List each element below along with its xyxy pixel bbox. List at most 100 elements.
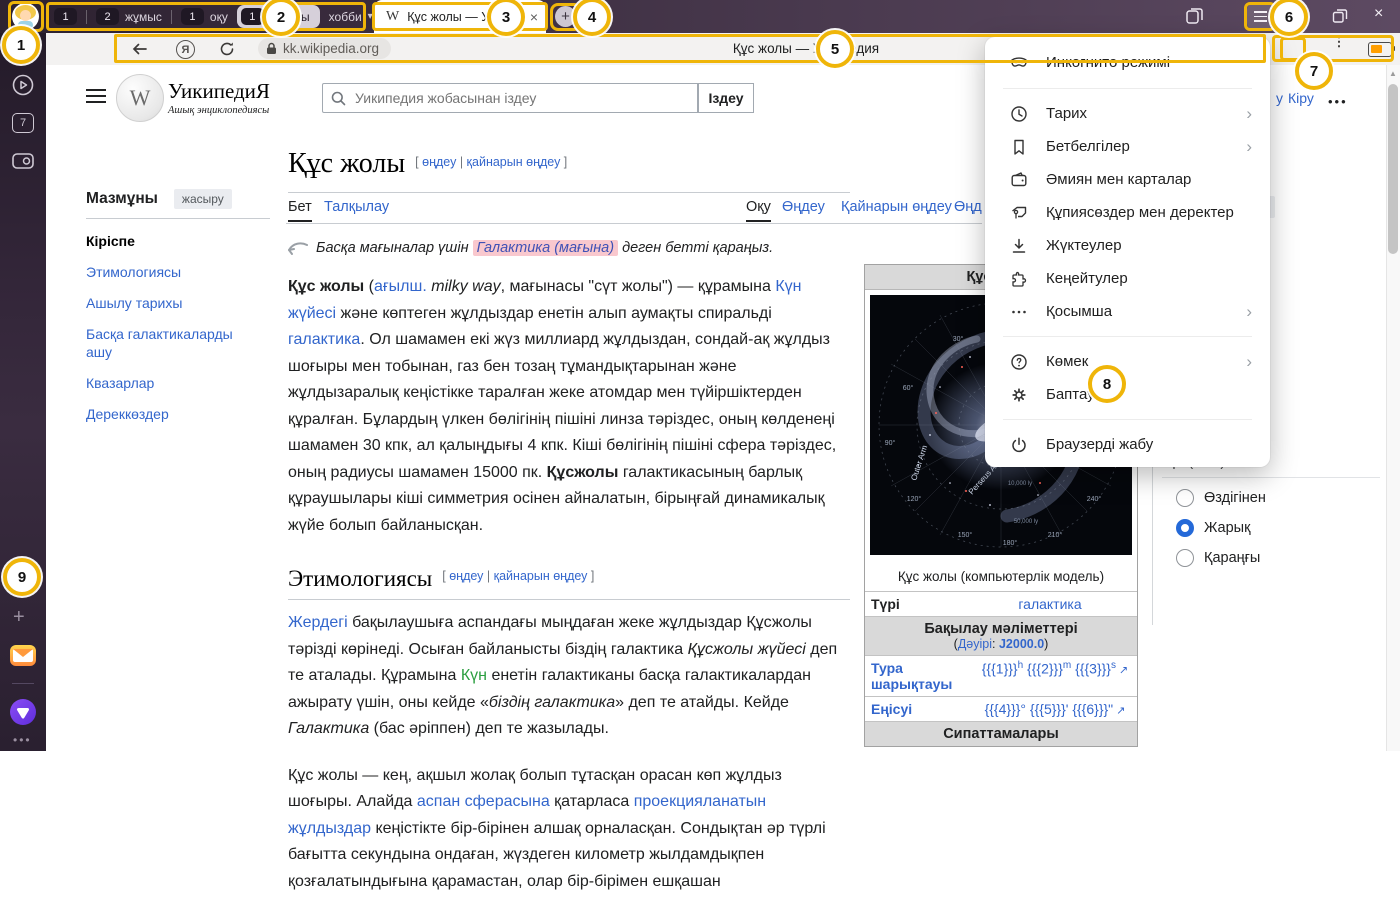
yandex-icon[interactable]: Я xyxy=(176,40,195,59)
wikipedia-logo[interactable]: W xyxy=(116,74,164,122)
annotation-7: 7 xyxy=(1295,52,1333,90)
tab-group-study[interactable]: 1 оқу xyxy=(181,8,228,25)
back-icon[interactable] xyxy=(131,41,148,57)
refresh-icon[interactable] xyxy=(219,41,235,57)
menu-item-quit[interactable]: Браузерді жабу xyxy=(985,428,1270,461)
svg-text:240°: 240° xyxy=(1087,495,1102,503)
svg-text:180°: 180° xyxy=(1003,539,1018,547)
help-icon xyxy=(1009,352,1029,372)
annotation-1: 1 xyxy=(2,26,40,64)
menu-item-incognito[interactable]: Инкогнито режимі xyxy=(985,45,1270,80)
toc-item[interactable]: Ашылу тарихы xyxy=(86,294,282,312)
radio-auto[interactable]: Өздігінен xyxy=(1176,489,1266,507)
wiki-more-icon[interactable]: ••• xyxy=(1328,94,1348,109)
wiki-hamburger-icon[interactable] xyxy=(86,89,106,103)
article-title: Құс жолы xyxy=(288,148,405,179)
search-button[interactable]: Іздеу xyxy=(698,83,754,113)
hatnote: Басқа мағыналар үшін Галактика (мағына) … xyxy=(288,237,850,259)
toc-item[interactable]: Кіріспе xyxy=(86,232,282,250)
window-restore-icon[interactable] xyxy=(1332,8,1348,24)
incognito-mask-icon xyxy=(1009,53,1029,73)
radio-icon[interactable] xyxy=(1176,549,1194,567)
toc-item[interactable]: Квазарлар xyxy=(86,374,282,392)
wiki-wordmark[interactable]: УикипедиЯ xyxy=(168,79,270,104)
svg-text:60°: 60° xyxy=(903,384,914,392)
wiki-tagline: Ашық энциклопедиясы xyxy=(168,105,269,116)
chevron-down-icon: ▾ xyxy=(368,11,373,22)
video-play-icon[interactable] xyxy=(11,73,35,97)
scrollbar-up-icon[interactable]: ▲ xyxy=(1389,69,1397,78)
tab-read[interactable]: Оқу xyxy=(746,199,771,222)
menu-item-extensions[interactable]: Кеңейтулер xyxy=(985,262,1270,295)
menu-item-settings[interactable]: Баптаулар xyxy=(985,378,1270,411)
title-edit-links[interactable]: [ өңдеу | қайнарын өңдеу ] xyxy=(415,155,567,169)
annotation-8: 8 xyxy=(1088,365,1126,403)
menu-item-more[interactable]: Қосымша › xyxy=(985,295,1270,328)
url-field[interactable]: kk.wikipedia.org xyxy=(258,38,391,59)
alice-assistant-icon[interactable] xyxy=(10,699,36,725)
sidebar-add-icon[interactable]: + xyxy=(13,606,25,629)
radio-light[interactable]: Жарық xyxy=(1176,519,1250,537)
chevron-right-icon: › xyxy=(1246,302,1252,322)
infobox-caption: Құс жолы (компьютерлік модель) xyxy=(865,563,1137,591)
wallet-icon xyxy=(1009,170,1029,190)
toc-title: Мазмұны xyxy=(86,190,158,208)
toc-hide-button[interactable]: жасыру xyxy=(174,189,232,209)
toc-item[interactable]: Дереккөздер xyxy=(86,405,282,423)
annotation-5: 5 xyxy=(816,30,854,68)
menu-item-history[interactable]: Тарих › xyxy=(985,97,1270,130)
menu-item-wallet[interactable]: Әмиян мен карталар xyxy=(985,163,1270,196)
radio-dark[interactable]: Қараңғы xyxy=(1176,549,1260,567)
tab-truncated[interactable]: Өңд xyxy=(954,199,982,215)
login-link[interactable]: Кіру xyxy=(1288,90,1314,106)
radio-selected-icon[interactable] xyxy=(1176,519,1194,537)
scrollbar-thumb[interactable] xyxy=(1388,84,1398,254)
section-edit-links[interactable]: [ өңдеу | қайнарын өңдеу ] xyxy=(442,569,594,583)
browser-main-menu: Инкогнито режимі Тарих › Бетбелгілер › Ә… xyxy=(985,37,1270,467)
tab-page[interactable]: Бет xyxy=(288,199,312,222)
svg-text:90°: 90° xyxy=(885,439,896,447)
sidebar-more-icon[interactable]: ••• xyxy=(13,733,32,747)
toc-item[interactable]: Этимологиясы xyxy=(86,263,282,281)
infobox-row-type: Түрі галактика xyxy=(865,591,1137,616)
window-close-icon[interactable]: × xyxy=(1374,5,1383,23)
wiki-search-box[interactable] xyxy=(322,83,698,113)
menu-item-passwords[interactable]: Құпиясөздер мен деректер xyxy=(985,196,1270,229)
menu-item-help[interactable]: Көмек › xyxy=(985,345,1270,378)
epoch: (Дәуірі: J2000.0) xyxy=(867,637,1135,651)
dec-label-link[interactable]: Еңісуі xyxy=(865,697,973,721)
infobox-row-ra: Тура шарықтауы {{{1}}}h {{{2}}}m {{{3}}}… xyxy=(865,655,1137,696)
toc-item[interactable]: Басқа галактикаларды ашу xyxy=(86,325,256,361)
radio-icon[interactable] xyxy=(1176,489,1194,507)
menu-item-downloads[interactable]: Жүктеулер xyxy=(985,229,1270,262)
tab-groups-bar: 1 2 жұмыс 1 оқу 1 отбасы хобби ▾ xyxy=(54,0,373,33)
tab-counter-button[interactable]: 7 xyxy=(12,113,34,133)
annotation-9: 9 xyxy=(3,558,41,596)
tab-edit[interactable]: Өңдеу xyxy=(782,199,825,215)
tab-panels-icon[interactable] xyxy=(1185,7,1204,26)
chevron-right-icon: › xyxy=(1246,352,1252,372)
ra-label-link[interactable]: Тура шарықтауы xyxy=(865,656,973,696)
kebab-menu-icon[interactable]: ⋮ xyxy=(1332,39,1346,59)
ellipsis-icon xyxy=(1009,302,1029,322)
type-value-link[interactable]: галактика xyxy=(963,592,1137,616)
tab-group-work[interactable]: 2 жұмыс xyxy=(96,8,162,25)
article-title-block: Құс жолы [ өңдеу | қайнарын өңдеу ] xyxy=(288,148,567,180)
etymology-paragraph-2: Құс жолы — кең, ақшыл жолақ болып тұтасқ… xyxy=(288,763,850,896)
yandex-mail-icon[interactable] xyxy=(10,645,36,666)
tab-group-1[interactable]: 1 xyxy=(54,8,77,25)
svg-text:120°: 120° xyxy=(907,495,922,503)
battery-icon[interactable] xyxy=(1368,42,1392,57)
svg-text:50,000 ly: 50,000 ly xyxy=(1014,519,1038,525)
tab-edit-source[interactable]: Қайнарын өңдеу xyxy=(841,199,952,215)
menu-item-bookmarks[interactable]: Бетбелгілер › xyxy=(985,130,1270,163)
etymology-paragraph-1: Жердегі бақылаушыға аспандағы мыңдаған ж… xyxy=(288,610,850,743)
chevron-right-icon: › xyxy=(1246,104,1252,124)
tab-group-hobby[interactable]: хобби ▾ xyxy=(329,10,373,24)
tab-close-icon[interactable]: × xyxy=(530,9,538,25)
chevron-right-icon: › xyxy=(1246,137,1252,157)
key-icon xyxy=(1009,203,1029,223)
tab-talk[interactable]: Талқылау xyxy=(324,199,389,215)
screenshot-icon[interactable] xyxy=(11,150,35,172)
search-input[interactable] xyxy=(353,89,697,107)
